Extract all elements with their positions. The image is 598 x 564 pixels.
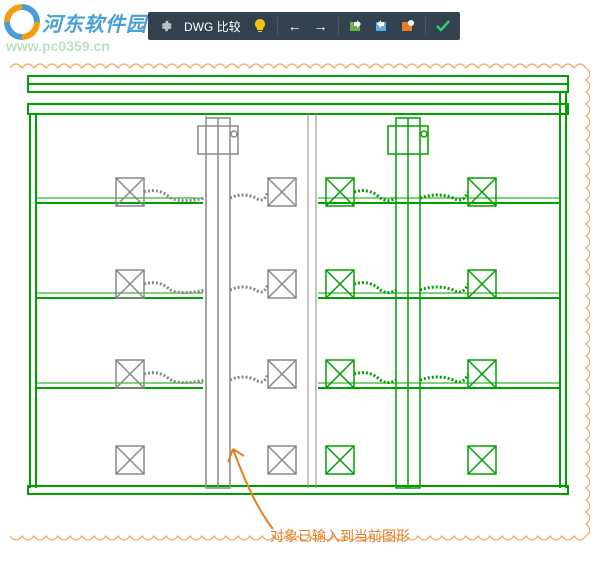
gear-icon — [158, 19, 172, 33]
dwg-compare-toolbar: DWG 比较 ← → — [148, 12, 460, 40]
annotation-text: 对象已输入到当前图形 — [270, 526, 410, 546]
annotation-arrow — [218, 434, 288, 534]
import-icon — [349, 19, 363, 33]
next-button[interactable]: → — [310, 15, 332, 37]
import-button[interactable] — [345, 15, 367, 37]
hint-button[interactable] — [249, 15, 271, 37]
arrow-right-icon: → — [314, 18, 328, 34]
drawing-canvas[interactable] — [0, 0, 598, 564]
check-icon — [435, 19, 451, 33]
settings-button[interactable] — [154, 15, 176, 37]
logo-icon — [4, 4, 40, 40]
site-name: 河东软件园 — [42, 8, 147, 37]
bulb-icon — [254, 19, 266, 33]
confirm-button[interactable] — [432, 15, 454, 37]
export-icon — [375, 19, 389, 33]
cad-drawing — [8, 48, 590, 556]
snapshot-icon — [401, 19, 415, 33]
site-watermark: 河东软件园 — [4, 4, 147, 40]
toolbar-title: DWG 比较 — [180, 18, 245, 35]
site-url: www.pc0359.cn — [6, 38, 110, 54]
export-button[interactable] — [371, 15, 393, 37]
annotation-callout: 对象已输入到当前图形 — [270, 526, 410, 546]
snapshot-button[interactable] — [397, 15, 419, 37]
arrow-left-icon: ← — [288, 18, 302, 34]
prev-button[interactable]: ← — [284, 15, 306, 37]
